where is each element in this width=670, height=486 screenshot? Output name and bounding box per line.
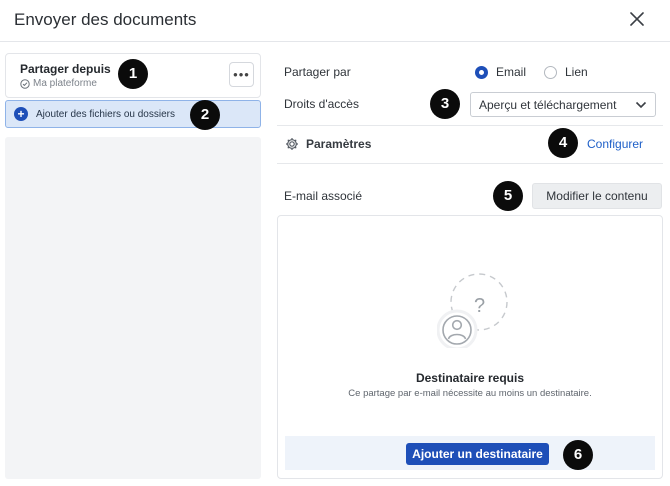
access-rights-value: Aperçu et téléchargement [479, 98, 617, 112]
recipient-required-title: Destinataire requis [415, 371, 525, 385]
configure-link[interactable]: Configurer [587, 137, 643, 151]
step-badge-5: 5 [493, 181, 523, 211]
recipient-panel: ? Destinataire requis Ce partage par e-m… [277, 215, 663, 479]
chevron-down-icon [635, 101, 647, 109]
step-badge-3: 3 [430, 89, 460, 119]
settings-label: Paramètres [306, 137, 372, 151]
radio-link[interactable] [544, 66, 557, 79]
step-badge-2: 2 [190, 100, 220, 130]
files-list-panel [5, 137, 261, 479]
add-files-button[interactable]: + Ajouter des fichiers ou dossiers [5, 100, 261, 128]
radio-email[interactable] [475, 66, 488, 79]
plus-circle-icon: + [14, 107, 28, 121]
more-options-button[interactable]: ••• [229, 62, 254, 87]
radio-link-label: Lien [565, 65, 588, 79]
gear-icon [286, 138, 298, 150]
add-recipient-button[interactable]: Ajouter un destinataire [406, 443, 549, 465]
check-circle-icon [20, 78, 30, 89]
dialog-header: Envoyer des documents [0, 0, 670, 42]
dialog-title: Envoyer des documents [14, 10, 197, 29]
radio-email-label: Email [496, 65, 527, 79]
svg-text:?: ? [474, 295, 485, 317]
close-button[interactable] [626, 8, 648, 30]
access-rights-select[interactable]: Aperçu et téléchargement [470, 92, 656, 117]
step-badge-6: 6 [563, 440, 593, 470]
recipient-footer: Ajouter un destinataire [285, 436, 655, 470]
associated-email-label: E-mail associé [284, 189, 363, 203]
platform-name: Ma plateforme [33, 78, 97, 89]
close-icon [630, 12, 644, 26]
step-badge-1: 1 [118, 59, 148, 89]
recipient-required-description: Ce partage par e-mail nécessite au moins… [348, 388, 592, 399]
user-question-icon: ? [437, 273, 508, 348]
share-source-platform: Ma plateforme [20, 78, 97, 89]
modify-content-button[interactable]: Modifier le contenu [532, 183, 662, 209]
divider-middle [277, 163, 663, 164]
share-source-label: Partager depuis [20, 62, 111, 76]
step-badge-4: 4 [548, 128, 578, 158]
divider-top [277, 125, 663, 126]
add-files-label: Ajouter des fichiers ou dossiers [36, 108, 175, 120]
access-rights-label: Droits d'accès [284, 97, 359, 111]
share-by-label: Partager par [284, 65, 351, 79]
